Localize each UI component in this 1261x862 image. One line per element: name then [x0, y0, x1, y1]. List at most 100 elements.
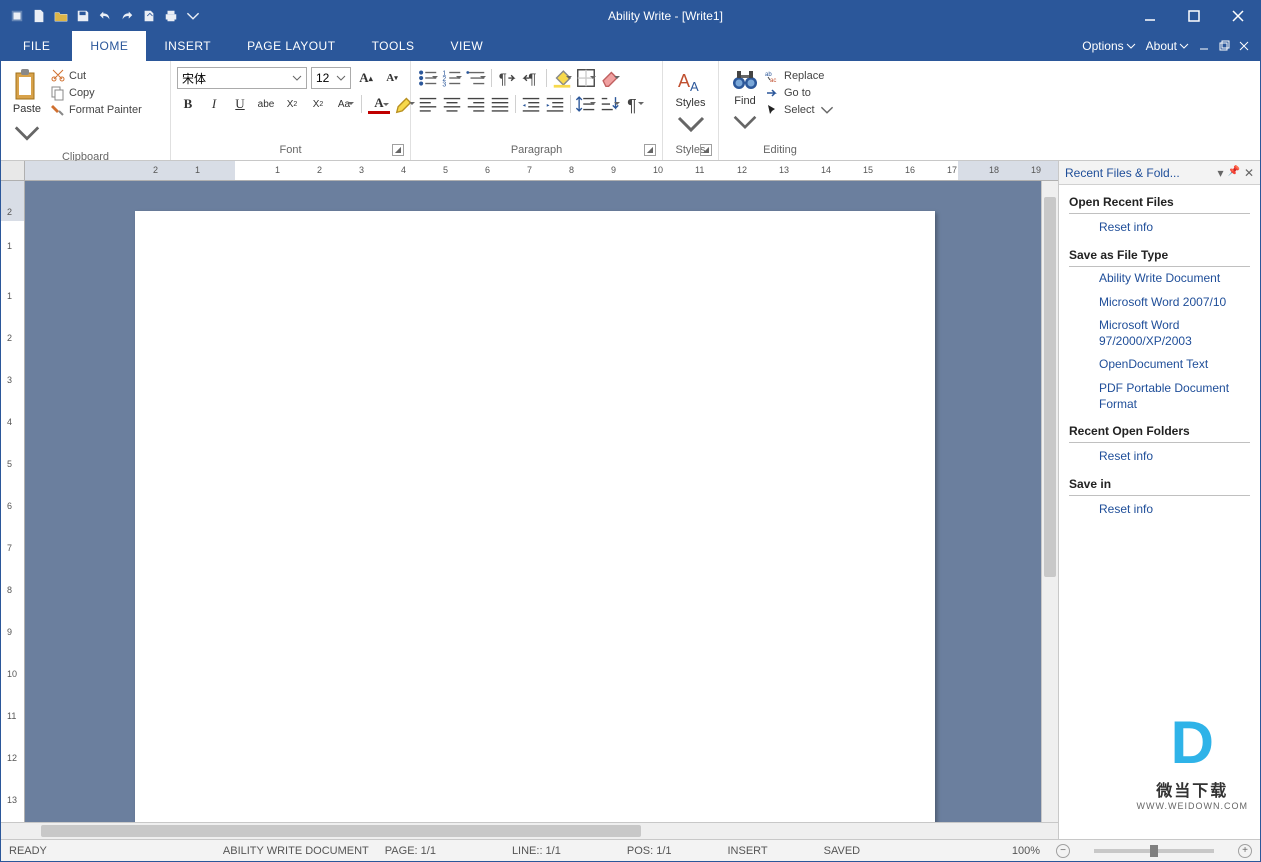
line-spacing-button[interactable] — [575, 93, 597, 115]
link-odt[interactable]: OpenDocument Text — [1069, 353, 1250, 377]
tab-page-layout[interactable]: PAGE LAYOUT — [229, 31, 353, 61]
align-center-button[interactable] — [441, 93, 463, 115]
new-icon[interactable] — [29, 6, 49, 26]
undo-icon[interactable] — [95, 6, 115, 26]
paste-label: Paste — [13, 103, 41, 115]
link-pdf[interactable]: PDF Portable Document Format — [1069, 377, 1250, 416]
mdi-minimize-icon[interactable] — [1196, 41, 1212, 51]
rtl-button[interactable]: ¶ — [520, 67, 542, 89]
ltr-button[interactable]: ¶ — [496, 67, 518, 89]
tab-tools[interactable]: TOOLS — [354, 31, 433, 61]
bold-button[interactable]: B — [177, 93, 199, 115]
highlighter-icon — [394, 93, 416, 115]
paste-button[interactable]: Paste — [7, 65, 47, 149]
zoom-in-button[interactable]: + — [1238, 844, 1252, 858]
paragraph-dialog-launcher[interactable]: ◢ — [644, 144, 656, 156]
link-reset-recent-folders[interactable]: Reset info — [1069, 443, 1250, 469]
vertical-ruler[interactable]: 211234567891011121314 — [1, 181, 25, 822]
font-color-button[interactable]: A — [368, 94, 390, 114]
select-button[interactable]: Select — [765, 103, 834, 117]
zoom-thumb[interactable] — [1150, 845, 1158, 857]
group-label-paragraph: Paragraph◢ — [417, 142, 656, 158]
qat-dropdown-icon[interactable] — [183, 6, 203, 26]
find-button[interactable]: Find — [725, 65, 765, 135]
justify-button[interactable] — [489, 93, 511, 115]
styles-button[interactable]: AA Styles — [669, 65, 712, 139]
maximize-button[interactable] — [1172, 1, 1216, 31]
print-icon[interactable] — [161, 6, 181, 26]
scrollbar-thumb[interactable] — [41, 825, 641, 837]
status-insert[interactable]: INSERT — [728, 845, 768, 857]
horizontal-ruler[interactable]: 2112345678910111213141516171819 — [25, 161, 1058, 180]
cut-button[interactable]: Cut — [51, 69, 142, 83]
status-zoom-label[interactable]: 100% — [1012, 845, 1040, 857]
document-canvas[interactable] — [25, 181, 1041, 822]
page[interactable] — [135, 211, 935, 822]
change-case-button[interactable]: Aa — [333, 93, 355, 115]
goto-button[interactable]: Go to — [765, 86, 834, 100]
sort-button[interactable] — [599, 93, 621, 115]
subscript-button[interactable]: X2 — [281, 93, 303, 115]
panel-close-icon[interactable]: ✕ — [1244, 166, 1254, 180]
clear-format-button[interactable] — [599, 67, 621, 89]
superscript-button[interactable]: X2 — [307, 93, 329, 115]
bullets-button[interactable] — [417, 67, 439, 89]
mdi-restore-icon[interactable] — [1216, 41, 1232, 51]
scrollbar-thumb[interactable] — [1044, 197, 1056, 577]
zoom-out-button[interactable]: − — [1056, 844, 1070, 858]
redo-icon[interactable] — [117, 6, 137, 26]
save-icon[interactable] — [73, 6, 93, 26]
about-menu[interactable]: About — [1143, 39, 1192, 53]
minimize-button[interactable] — [1128, 1, 1172, 31]
copy-button[interactable]: Copy — [51, 86, 142, 100]
grow-font-button[interactable]: A▴ — [355, 67, 377, 89]
highlight-button[interactable] — [394, 93, 416, 115]
link-ability-write-doc[interactable]: Ability Write Document — [1069, 267, 1250, 291]
link-reset-recent-files[interactable]: Reset info — [1069, 214, 1250, 240]
section-save-in: Save in — [1069, 477, 1250, 496]
replace-button[interactable]: abac Replace — [765, 69, 834, 83]
styles-dialog-launcher[interactable]: ◢ — [700, 144, 712, 156]
group-editing: Find abac Replace Go to Select — [719, 61, 841, 160]
underline-button[interactable]: U — [229, 93, 251, 115]
tab-insert[interactable]: INSERT — [146, 31, 229, 61]
tab-home[interactable]: HOME — [72, 31, 146, 61]
app-icon[interactable] — [7, 6, 27, 26]
increase-indent-button[interactable] — [544, 93, 566, 115]
vertical-scrollbar[interactable] — [1041, 181, 1058, 822]
strikethrough-button[interactable]: abe — [255, 93, 277, 115]
status-ready: READY — [9, 845, 47, 857]
link-reset-save-in[interactable]: Reset info — [1069, 496, 1250, 522]
font-dialog-launcher[interactable]: ◢ — [392, 144, 404, 156]
shrink-font-button[interactable]: A▾ — [381, 67, 403, 89]
horizontal-scrollbar[interactable] — [25, 823, 1041, 839]
close-button[interactable] — [1216, 1, 1260, 31]
font-size-combo[interactable]: 12 — [311, 67, 351, 89]
export-icon[interactable] — [139, 6, 159, 26]
tab-view[interactable]: VIEW — [433, 31, 502, 61]
link-word-97-2003[interactable]: Microsoft Word 97/2000/XP/2003 — [1069, 314, 1250, 353]
align-left-button[interactable] — [417, 93, 439, 115]
italic-button[interactable]: I — [203, 93, 225, 115]
link-word-2007[interactable]: Microsoft Word 2007/10 — [1069, 291, 1250, 315]
svg-text:A: A — [678, 71, 690, 91]
show-marks-button[interactable]: ¶ — [623, 93, 645, 115]
panel-pin-icon[interactable]: 📌 — [1227, 166, 1239, 180]
borders-button[interactable] — [575, 67, 597, 89]
mdi-close-icon[interactable] — [1236, 41, 1252, 51]
numbering-button[interactable]: 123 — [441, 67, 463, 89]
options-menu[interactable]: Options — [1079, 39, 1138, 53]
shading-button[interactable] — [551, 67, 573, 89]
decrease-indent-button[interactable] — [520, 93, 542, 115]
font-name-combo[interactable]: 宋体 — [177, 67, 307, 89]
multilevel-button[interactable] — [465, 67, 487, 89]
tab-file[interactable]: FILE — [1, 31, 72, 61]
group-paragraph: 123 ¶ ¶ — [411, 61, 663, 160]
status-page: PAGE: 1/1 — [385, 845, 436, 857]
align-right-button[interactable] — [465, 93, 487, 115]
panel-dropdown-icon[interactable]: ▾ — [1217, 166, 1223, 180]
zoom-slider[interactable] — [1094, 849, 1214, 853]
ribbon-tabs: FILE HOME INSERT PAGE LAYOUT TOOLS VIEW … — [1, 31, 1260, 61]
open-icon[interactable] — [51, 6, 71, 26]
format-painter-button[interactable]: Format Painter — [51, 103, 142, 117]
